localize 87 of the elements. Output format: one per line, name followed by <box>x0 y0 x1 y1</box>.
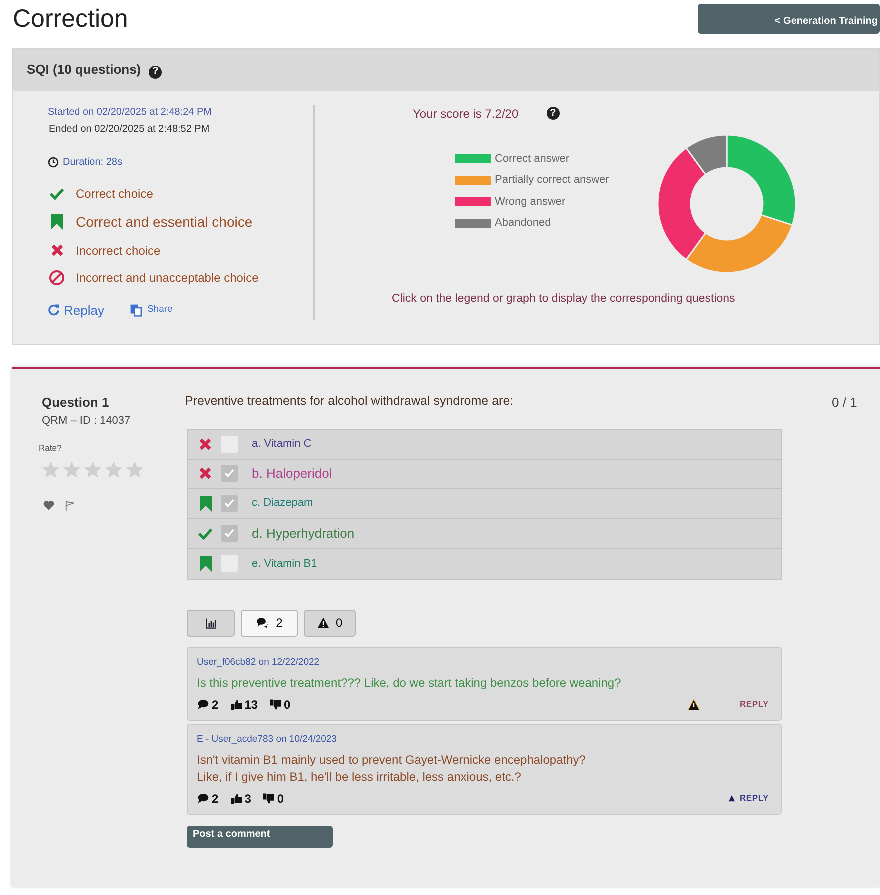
comment-text: Isn't vitamin B1 mainly used to prevent Gayet-Wernicke encephalopathy? Like, if I give him B1, he'll be less irritable, less anxious, etc.? <box>197 752 587 786</box>
donut-chart[interactable] <box>657 134 798 274</box>
reply-count: 2 <box>212 696 219 714</box>
reply-link[interactable]: REPLY <box>728 792 769 805</box>
star-icon <box>84 460 102 479</box>
question-title: Question 1 <box>42 394 110 412</box>
flag-icon <box>65 498 76 513</box>
share-link[interactable]: Share <box>130 303 173 318</box>
bookmark-icon <box>200 556 212 572</box>
legend-label: Partially correct answer <box>495 173 610 188</box>
thumbs-up-icon <box>230 792 243 805</box>
warning-icon <box>317 617 330 630</box>
legend-label: Correct and essential choice <box>76 212 253 232</box>
legend-swatch[interactable] <box>455 176 491 185</box>
checkmark-icon <box>224 528 235 540</box>
clock-icon <box>48 156 59 168</box>
cross-icon <box>199 438 212 451</box>
help-icon[interactable]: ? <box>546 107 560 120</box>
comments-tab[interactable]: 2 <box>241 610 298 637</box>
question-score: 0 / 1 <box>832 394 858 412</box>
end-time: Ended on 02/20/2025 at 2:48:52 PM <box>49 122 211 136</box>
legend-swatch[interactable] <box>455 218 491 228</box>
duration: Duration: 28s <box>63 156 122 170</box>
reports-tab[interactable]: 0 <box>304 610 356 637</box>
checkbox[interactable] <box>221 495 238 512</box>
panel-title: SQI (10 questions) <box>27 61 142 79</box>
star-icon <box>42 460 60 479</box>
legend-swatch[interactable] <box>455 154 491 164</box>
legend-label: Incorrect and unacceptable choice <box>76 270 259 286</box>
answer-label: e. Vitamin B1 <box>252 556 318 572</box>
speech-bubble-icon <box>197 793 210 804</box>
checkmark-icon <box>224 498 235 510</box>
legend-label: Correct choice <box>76 186 154 202</box>
reload-icon <box>48 304 60 316</box>
back-button[interactable]: < Generation Training <box>698 4 880 34</box>
check-icon <box>49 186 65 200</box>
post-comment-button[interactable]: Post a comment <box>187 826 333 848</box>
answer-label: a. Vitamin C <box>252 436 312 452</box>
comment-byline: User_f06cb82 on 12/22/2022 <box>197 656 321 670</box>
prohibited-icon <box>49 270 65 286</box>
star-icon <box>63 460 81 479</box>
thumbs-down-icon <box>263 792 276 805</box>
report-icon[interactable] <box>688 698 700 711</box>
help-icon[interactable]: ? <box>149 66 162 78</box>
comment-text: Is this preventive treatment??? Like, do we start taking benzos before weaning? <box>197 674 622 692</box>
stats-tab[interactable] <box>187 610 235 637</box>
question-text: Preventive treatments for alcohol withdrawal syndrome are: <box>185 393 515 410</box>
comment-byline: E - User_acde783 on 10/24/2023 <box>197 732 338 747</box>
bookmark-icon <box>200 496 212 512</box>
legend-label: Correct answer <box>495 152 570 166</box>
start-time: Started on 02/20/2025 at 2:48:24 PM <box>48 106 214 120</box>
dislike-count: 0 <box>284 696 291 714</box>
score-text: Your score is 7.2/20 <box>413 106 519 122</box>
star-icon <box>105 460 123 479</box>
answer-label: b. Haloperidol <box>252 465 332 484</box>
reply-count: 2 <box>212 790 219 808</box>
rate-label: Rate? <box>39 442 63 455</box>
cross-icon <box>50 244 64 257</box>
bar-chart-icon <box>204 618 218 629</box>
legend-label: Wrong answer <box>495 194 566 210</box>
like-count: 13 <box>244 696 258 714</box>
checkmark-icon <box>224 468 235 480</box>
heart-icon <box>43 500 55 512</box>
answer-label: d. Hyperhydration <box>252 524 355 543</box>
reply-link[interactable]: REPLY <box>740 698 769 712</box>
answer-label: c. Diazepam <box>252 496 314 512</box>
checkbox[interactable] <box>221 465 238 482</box>
comments-icon <box>256 617 270 630</box>
thumbs-up-icon <box>230 698 243 711</box>
speech-bubble-icon <box>197 699 210 710</box>
star-icon <box>126 460 144 479</box>
legend-label: Abandoned <box>495 216 552 231</box>
legend-swatch[interactable] <box>455 197 491 206</box>
cross-icon <box>199 467 212 480</box>
hint-text: Click on the legend or graph to display the corresponding questions <box>392 292 736 306</box>
thumbs-down-icon <box>270 698 282 711</box>
like-count: 3 <box>244 790 252 808</box>
check-icon <box>198 526 213 541</box>
page-title: Correction <box>13 4 128 34</box>
checkbox[interactable] <box>221 525 238 542</box>
dislike-count: 0 <box>277 790 284 808</box>
copy-icon <box>130 304 144 317</box>
bookmark-icon <box>51 214 63 230</box>
replay-link[interactable]: Replay <box>48 300 104 320</box>
question-id: QRM – ID : 14037 <box>42 414 132 428</box>
legend-label: Incorrect choice <box>76 242 161 260</box>
collapse-icon <box>728 795 736 802</box>
